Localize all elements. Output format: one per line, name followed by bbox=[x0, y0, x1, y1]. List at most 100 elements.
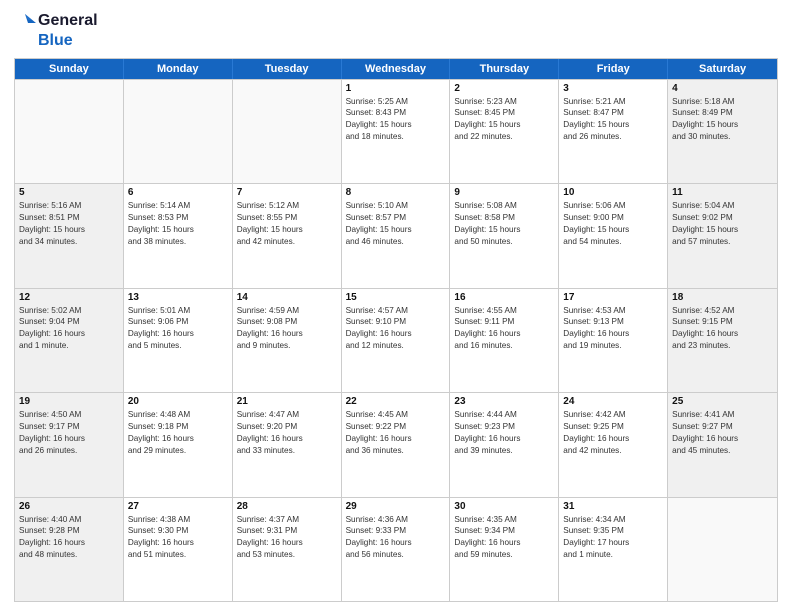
calendar-cell: 20Sunrise: 4:48 AM Sunset: 9:18 PM Dayli… bbox=[124, 393, 233, 496]
cell-daylight-info: Sunrise: 5:25 AM Sunset: 8:43 PM Dayligh… bbox=[346, 96, 446, 144]
cell-daylight-info: Sunrise: 5:10 AM Sunset: 8:57 PM Dayligh… bbox=[346, 200, 446, 248]
cell-daylight-info: Sunrise: 4:36 AM Sunset: 9:33 PM Dayligh… bbox=[346, 514, 446, 562]
calendar-cell: 10Sunrise: 5:06 AM Sunset: 9:00 PM Dayli… bbox=[559, 184, 668, 287]
day-number: 12 bbox=[19, 292, 119, 303]
calendar-header: SundayMondayTuesdayWednesdayThursdayFrid… bbox=[15, 59, 777, 79]
logo-text-blue: Blue bbox=[38, 32, 73, 50]
cell-daylight-info: Sunrise: 5:04 AM Sunset: 9:02 PM Dayligh… bbox=[672, 200, 773, 248]
cell-daylight-info: Sunrise: 4:53 AM Sunset: 9:13 PM Dayligh… bbox=[563, 305, 663, 353]
cell-daylight-info: Sunrise: 4:37 AM Sunset: 9:31 PM Dayligh… bbox=[237, 514, 337, 562]
weekday-header: Tuesday bbox=[233, 59, 342, 79]
day-number: 17 bbox=[563, 292, 663, 303]
logo-container: General Blue bbox=[14, 10, 98, 50]
calendar-cell: 16 Sunrise: 4:55 AM Sunset: 9:11 PM Dayli… bbox=[450, 289, 559, 392]
cell-daylight-info: Sunrise: 4:55 AM Sunset: 9:11 PM Dayligh… bbox=[454, 305, 554, 353]
calendar-cell bbox=[233, 80, 342, 183]
cell-daylight-info: Sunrise: 5:14 AM Sunset: 8:53 PM Dayligh… bbox=[128, 200, 228, 248]
day-number: 9 bbox=[454, 187, 554, 198]
logo-text-general: General bbox=[38, 12, 98, 30]
calendar-body: 1 Sunrise: 5:25 AM Sunset: 8:43 PM Daylig… bbox=[15, 79, 777, 601]
cell-daylight-info: Sunrise: 4:34 AM Sunset: 9:35 PM Dayligh… bbox=[563, 514, 663, 562]
cell-daylight-info: Sunrise: 4:41 AM Sunset: 9:27 PM Dayligh… bbox=[672, 409, 773, 457]
calendar-row: 1 Sunrise: 5:25 AM Sunset: 8:43 PM Daylig… bbox=[15, 79, 777, 183]
day-number: 28 bbox=[237, 501, 337, 512]
day-number: 11 bbox=[672, 187, 773, 198]
calendar-row: 26Sunrise: 4:40 AM Sunset: 9:28 PM Dayli… bbox=[15, 497, 777, 601]
cell-daylight-info: Sunrise: 4:57 AM Sunset: 9:10 PM Dayligh… bbox=[346, 305, 446, 353]
day-number: 15 bbox=[346, 292, 446, 303]
cell-daylight-info: Sunrise: 4:38 AM Sunset: 9:30 PM Dayligh… bbox=[128, 514, 228, 562]
day-number: 23 bbox=[454, 396, 554, 407]
calendar-cell: 18Sunrise: 4:52 AM Sunset: 9:15 PM Dayli… bbox=[668, 289, 777, 392]
day-number: 29 bbox=[346, 501, 446, 512]
cell-daylight-info: Sunrise: 4:45 AM Sunset: 9:22 PM Dayligh… bbox=[346, 409, 446, 457]
calendar-cell: 14 Sunrise: 4:59 AM Sunset: 9:08 PM Dayli… bbox=[233, 289, 342, 392]
calendar-row: 5Sunrise: 5:16 AM Sunset: 8:51 PM Daylig… bbox=[15, 183, 777, 287]
day-number: 7 bbox=[237, 187, 337, 198]
calendar-cell: 22 Sunrise: 4:45 AM Sunset: 9:22 PM Dayli… bbox=[342, 393, 451, 496]
cell-daylight-info: Sunrise: 4:59 AM Sunset: 9:08 PM Dayligh… bbox=[237, 305, 337, 353]
day-number: 4 bbox=[672, 83, 773, 94]
day-number: 13 bbox=[128, 292, 228, 303]
cell-daylight-info: Sunrise: 4:47 AM Sunset: 9:20 PM Dayligh… bbox=[237, 409, 337, 457]
day-number: 6 bbox=[128, 187, 228, 198]
cell-daylight-info: Sunrise: 4:35 AM Sunset: 9:34 PM Dayligh… bbox=[454, 514, 554, 562]
calendar-cell: 28 Sunrise: 4:37 AM Sunset: 9:31 PM Dayli… bbox=[233, 498, 342, 601]
day-number: 1 bbox=[346, 83, 446, 94]
cell-daylight-info: Sunrise: 5:21 AM Sunset: 8:47 PM Dayligh… bbox=[563, 96, 663, 144]
weekday-header: Sunday bbox=[15, 59, 124, 79]
weekday-header: Saturday bbox=[668, 59, 777, 79]
calendar-cell: 3 Sunrise: 5:21 AM Sunset: 8:47 PM Daylig… bbox=[559, 80, 668, 183]
calendar-row: 12 Sunrise: 5:02 AM Sunset: 9:04 PM Dayli… bbox=[15, 288, 777, 392]
cell-daylight-info: Sunrise: 5:02 AM Sunset: 9:04 PM Dayligh… bbox=[19, 305, 119, 353]
calendar-cell: 23 Sunrise: 4:44 AM Sunset: 9:23 PM Dayli… bbox=[450, 393, 559, 496]
calendar-cell: 1 Sunrise: 5:25 AM Sunset: 8:43 PM Daylig… bbox=[342, 80, 451, 183]
calendar-cell: 30 Sunrise: 4:35 AM Sunset: 9:34 PM Dayli… bbox=[450, 498, 559, 601]
calendar-cell: 24 Sunrise: 4:42 AM Sunset: 9:25 PM Dayli… bbox=[559, 393, 668, 496]
calendar-cell: 13 Sunrise: 5:01 AM Sunset: 9:06 PM Dayli… bbox=[124, 289, 233, 392]
weekday-header: Monday bbox=[124, 59, 233, 79]
day-number: 24 bbox=[563, 396, 663, 407]
day-number: 21 bbox=[237, 396, 337, 407]
cell-daylight-info: Sunrise: 4:42 AM Sunset: 9:25 PM Dayligh… bbox=[563, 409, 663, 457]
calendar-cell: 26Sunrise: 4:40 AM Sunset: 9:28 PM Dayli… bbox=[15, 498, 124, 601]
cell-daylight-info: Sunrise: 4:52 AM Sunset: 9:15 PM Dayligh… bbox=[672, 305, 773, 353]
calendar-cell bbox=[124, 80, 233, 183]
logo: General Blue bbox=[14, 10, 98, 50]
day-number: 26 bbox=[19, 501, 119, 512]
calendar-cell bbox=[15, 80, 124, 183]
calendar-cell: 21 Sunrise: 4:47 AM Sunset: 9:20 PM Dayli… bbox=[233, 393, 342, 496]
calendar-cell: 12 Sunrise: 5:02 AM Sunset: 9:04 PM Dayli… bbox=[15, 289, 124, 392]
calendar-cell: 4 Sunrise: 5:18 AM Sunset: 8:49 PM Daylig… bbox=[668, 80, 777, 183]
calendar-cell: 11 Sunrise: 5:04 AM Sunset: 9:02 PM Dayli… bbox=[668, 184, 777, 287]
day-number: 27 bbox=[128, 501, 228, 512]
calendar-cell: 5Sunrise: 5:16 AM Sunset: 8:51 PM Daylig… bbox=[15, 184, 124, 287]
day-number: 14 bbox=[237, 292, 337, 303]
day-number: 19 bbox=[19, 396, 119, 407]
page: General Blue SundayMondayTuesdayWednesda… bbox=[0, 0, 792, 612]
calendar-cell: 7 Sunrise: 5:12 AM Sunset: 8:55 PM Daylig… bbox=[233, 184, 342, 287]
calendar: SundayMondayTuesdayWednesdayThursdayFrid… bbox=[14, 58, 778, 602]
cell-daylight-info: Sunrise: 5:18 AM Sunset: 8:49 PM Dayligh… bbox=[672, 96, 773, 144]
cell-daylight-info: Sunrise: 4:48 AM Sunset: 9:18 PM Dayligh… bbox=[128, 409, 228, 457]
calendar-cell: 29 Sunrise: 4:36 AM Sunset: 9:33 PM Dayli… bbox=[342, 498, 451, 601]
calendar-cell: 27 Sunrise: 4:38 AM Sunset: 9:30 PM Dayli… bbox=[124, 498, 233, 601]
calendar-cell: 17 Sunrise: 4:53 AM Sunset: 9:13 PM Dayli… bbox=[559, 289, 668, 392]
day-number: 25 bbox=[672, 396, 773, 407]
cell-daylight-info: Sunrise: 4:44 AM Sunset: 9:23 PM Dayligh… bbox=[454, 409, 554, 457]
day-number: 10 bbox=[563, 187, 663, 198]
cell-daylight-info: Sunrise: 4:50 AM Sunset: 9:17 PM Dayligh… bbox=[19, 409, 119, 457]
calendar-cell: 25 Sunrise: 4:41 AM Sunset: 9:27 PM Dayli… bbox=[668, 393, 777, 496]
weekday-header: Wednesday bbox=[342, 59, 451, 79]
calendar-cell: 31Sunrise: 4:34 AM Sunset: 9:35 PM Dayli… bbox=[559, 498, 668, 601]
day-number: 22 bbox=[346, 396, 446, 407]
header: General Blue bbox=[14, 10, 778, 50]
day-number: 2 bbox=[454, 83, 554, 94]
cell-daylight-info: Sunrise: 5:01 AM Sunset: 9:06 PM Dayligh… bbox=[128, 305, 228, 353]
day-number: 16 bbox=[454, 292, 554, 303]
calendar-cell: 8Sunrise: 5:10 AM Sunset: 8:57 PM Daylig… bbox=[342, 184, 451, 287]
weekday-header: Friday bbox=[559, 59, 668, 79]
day-number: 3 bbox=[563, 83, 663, 94]
day-number: 30 bbox=[454, 501, 554, 512]
cell-daylight-info: Sunrise: 5:12 AM Sunset: 8:55 PM Dayligh… bbox=[237, 200, 337, 248]
